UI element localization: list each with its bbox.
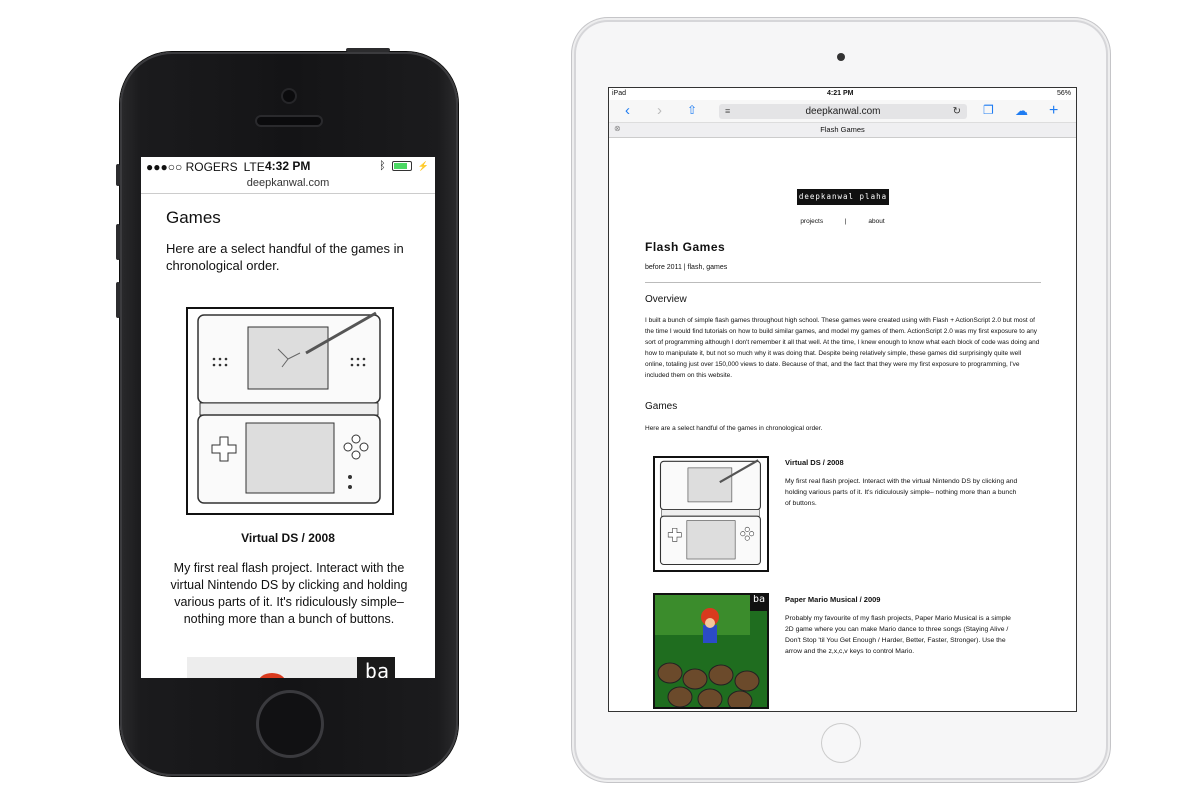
device-label: iPad [612, 90, 627, 97]
url-text: deepkanwal.com [805, 106, 881, 117]
virtual-ds-thumbnail[interactable] [186, 307, 394, 515]
games-intro: Here are a select handful of the games i… [166, 241, 404, 273]
battery-percent: 56% [1056, 90, 1071, 97]
virtual-ds-description: My first real flash project. Interact wi… [170, 561, 408, 626]
nav-separator: | [844, 218, 847, 225]
overview-heading: Overview [645, 294, 687, 305]
home-button[interactable] [822, 724, 860, 762]
game-title[interactable]: Virtual DS / 2008 [785, 458, 844, 467]
iphone-device: ●●●○○ ROGERS LTE 4:32 PM ᛒ ⚡ deepkanwal.… [116, 48, 458, 776]
ipad-screen: iPad 4:21 PM 56% ‹ › ⇧ ≡ deepkanwal.com … [608, 87, 1077, 712]
page-title: Flash Games [645, 240, 726, 254]
nav-projects-link[interactable]: projects [800, 218, 823, 225]
phone-screen: ●●●○○ ROGERS LTE 4:32 PM ᛒ ⚡ deepkanwal.… [141, 157, 435, 678]
game-description: Probably my favourite of my flash projec… [785, 615, 1011, 655]
network-type: LTE [243, 160, 265, 174]
divider [141, 193, 435, 194]
reader-icon[interactable]: ≡ [725, 104, 730, 119]
paper-mario-thumbnail[interactable]: ba [653, 593, 769, 709]
charging-icon: ⚡ [417, 160, 429, 171]
site-nav: projects | about [609, 218, 1076, 225]
games-heading: Games [166, 208, 221, 227]
site-logo[interactable]: deepkanwal plaha [797, 189, 889, 205]
bookmarks-icon[interactable]: ❐ [983, 103, 994, 118]
new-tab-icon[interactable]: + [1049, 103, 1058, 119]
status-time: 4:32 PM [265, 159, 311, 173]
mario-illustration [187, 657, 395, 678]
silent-switch [116, 164, 120, 186]
nav-about-link[interactable]: about [868, 218, 884, 225]
games-heading: Games [645, 401, 678, 412]
bluetooth-icon: ᛒ [379, 160, 386, 172]
reload-icon[interactable]: ↻ [953, 104, 961, 119]
nintendo-ds-illustration [197, 311, 381, 504]
front-camera [837, 53, 845, 61]
paper-mario-illustration [655, 595, 767, 707]
virtual-ds-thumbnail[interactable] [653, 456, 769, 572]
overview-text: I built a bunch of simple flash games th… [645, 317, 1040, 379]
volume-down-button [116, 282, 120, 318]
divider [645, 282, 1041, 283]
paper-mario-thumbnail-partial[interactable]: ba [187, 657, 395, 678]
volume-up-button [116, 224, 120, 260]
safari-toolbar: ‹ › ⇧ ≡ deepkanwal.com ↻ ❐ ☁ + [609, 100, 1076, 122]
address-bar[interactable]: ≡ deepkanwal.com ↻ [719, 104, 967, 119]
game-item: Virtual DS / 2008 My first real flash pr… [653, 456, 1039, 574]
tab-bar: ⊗ Flash Games [609, 122, 1076, 138]
virtual-ds-caption[interactable]: Virtual DS / 2008 [141, 531, 435, 545]
game-description: My first real flash project. Interact wi… [785, 478, 1018, 507]
game-item: ba Paper Mario Musical / 2009 Probably m… [653, 593, 1039, 711]
phone-address-bar[interactable]: deepkanwal.com [141, 177, 435, 189]
status-time: 4:21 PM [827, 90, 854, 97]
carrier-signal: ●●●○○ ROGERS [146, 160, 238, 174]
phone-status-bar: ●●●○○ ROGERS LTE 4:32 PM ᛒ ⚡ [141, 157, 435, 177]
home-button[interactable] [259, 693, 321, 755]
nintendo-ds-illustration [659, 459, 761, 566]
cloud-tabs-icon[interactable]: ☁ [1015, 103, 1028, 118]
forward-icon[interactable]: › [657, 103, 662, 118]
share-icon[interactable]: ⇧ [687, 103, 697, 118]
back-icon[interactable]: ‹ [625, 103, 630, 118]
ipad-status-bar: iPad 4:21 PM 56% [609, 88, 1076, 100]
game-badge: ba [752, 594, 765, 605]
earpiece-speaker [257, 117, 321, 125]
front-camera [283, 90, 295, 102]
ipad-device: iPad 4:21 PM 56% ‹ › ⇧ ≡ deepkanwal.com … [576, 22, 1106, 778]
sleep-button [346, 48, 390, 52]
battery-icon [391, 161, 412, 171]
game-title[interactable]: Paper Mario Musical / 2009 [785, 595, 880, 604]
games-intro: Here are a select handful of the games i… [645, 425, 823, 432]
tab-title[interactable]: Flash Games [609, 125, 1076, 134]
game-badge: ba [364, 659, 389, 678]
post-meta: before 2011 | flash, games [645, 264, 728, 271]
